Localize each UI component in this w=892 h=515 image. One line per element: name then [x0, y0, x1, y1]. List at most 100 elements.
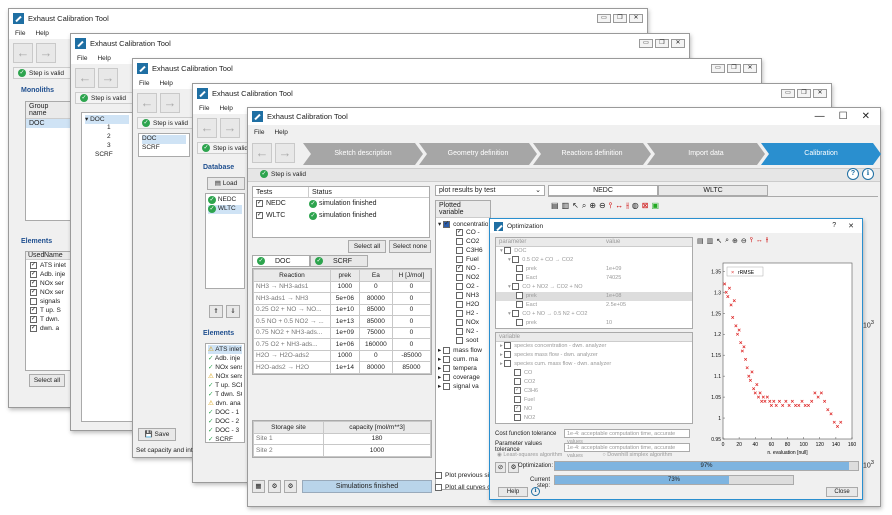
variable-item[interactable]: ▸ tempera: [438, 364, 488, 373]
back-arrow-icon[interactable]: ←: [75, 68, 95, 88]
marker-range-icon[interactable]: ↔: [756, 237, 763, 245]
zoom-out-icon[interactable]: ⊖: [741, 237, 747, 245]
close-button[interactable]: Close: [826, 487, 858, 497]
close-icon[interactable]: ✕: [813, 88, 827, 98]
menu-file[interactable]: File: [199, 105, 209, 112]
reaction-cell[interactable]: 1000: [329, 349, 360, 362]
reaction-cell[interactable]: H2O → H2O-ads2: [253, 349, 331, 362]
test-wltc[interactable]: ✓ WLTC: [253, 210, 309, 222]
reaction-cell[interactable]: 0.75 O2 + NH3-ads...: [253, 338, 331, 351]
param-row[interactable]: ▾ DOC: [496, 247, 692, 256]
checkbox-icon[interactable]: [443, 373, 451, 381]
reaction-cell[interactable]: H2O-ads2 → H2O: [253, 361, 331, 374]
variables-table[interactable]: variable ▸ species concentration - dwn. …: [495, 332, 693, 424]
variable-item[interactable]: ✓ NO -: [438, 265, 488, 274]
variable-item[interactable]: H2O: [438, 301, 488, 310]
tab-nedc[interactable]: NEDC: [548, 185, 658, 196]
variable-item[interactable]: ▾ ✓concentration: [438, 220, 488, 229]
checkbox-icon[interactable]: [443, 355, 451, 363]
tree-item-1[interactable]: 1: [85, 124, 129, 133]
param-row[interactable]: prek 10: [496, 319, 692, 328]
variable-item[interactable]: NO2: [438, 274, 488, 283]
element-row[interactable]: ✓ T up. S: [30, 307, 70, 316]
reaction-cell[interactable]: 0: [391, 315, 432, 328]
reaction-cell[interactable]: 0: [358, 280, 393, 293]
parameters-table[interactable]: parameter value ▾ DOC ▾ 0.5 O2 + CO → CO2 p…: [495, 237, 693, 329]
marker-icon[interactable]: ⫯: [750, 237, 753, 245]
variable-item[interactable]: C3H6: [438, 247, 488, 256]
folder-icon[interactable]: ▥: [562, 201, 570, 211]
checkbox-icon[interactable]: [456, 319, 463, 326]
reaction-cell[interactable]: 1e+10: [329, 303, 360, 316]
cost-tolerance-select[interactable]: 1e-4: acceptable computation time, accur…: [564, 429, 690, 445]
minimize-icon[interactable]: ▭: [781, 88, 795, 98]
menu-file[interactable]: File: [77, 55, 87, 62]
param-row[interactable]: ▾ 0.5 O2 + CO → CO2: [496, 256, 692, 265]
checkbox-icon[interactable]: ✓: [443, 220, 451, 228]
checkbox-icon[interactable]: ✓: [456, 265, 463, 272]
tab-wltc[interactable]: WLTC: [658, 185, 768, 196]
reaction-cell[interactable]: 5e+06: [329, 292, 360, 305]
save-plot-icon[interactable]: ▤: [697, 237, 704, 245]
variable-item[interactable]: ✓ CO -: [438, 229, 488, 238]
element-row[interactable]: ✓ dwn. a: [30, 325, 70, 334]
forward-arrow-icon[interactable]: →: [160, 93, 180, 113]
monolith-list[interactable]: DOC SCRF: [138, 133, 190, 157]
reaction-cell[interactable]: 0.5 NO + 0.5 NO2 → ...: [253, 315, 331, 328]
param-row[interactable]: Eact 74025: [496, 274, 692, 283]
variable-item[interactable]: O2 -: [438, 283, 488, 292]
menu-help[interactable]: Help: [274, 129, 287, 136]
marker-icon[interactable]: ⫯: [609, 201, 612, 211]
reaction-cell[interactable]: 1e+06: [329, 338, 360, 351]
reaction-cell[interactable]: 0.25 O2 + NO → NO...: [253, 303, 331, 316]
variable-item[interactable]: H2 -: [438, 310, 488, 319]
restore-icon[interactable]: ❐: [797, 88, 811, 98]
table-row[interactable]: 0.5 NO + 0.5 NO2 → ... 1e+13 85000 0: [253, 315, 432, 328]
menu-file[interactable]: File: [139, 80, 149, 87]
opt-variable-row[interactable]: ▸ species concentration - dwn. analyzer: [496, 342, 692, 351]
step-4[interactable]: Import data: [647, 143, 765, 165]
table-row[interactable]: 0.75 NO2 + NH3-ads... 1e+09 75000 0: [253, 326, 432, 339]
menu-file[interactable]: File: [254, 129, 264, 136]
monolith-tree[interactable]: ▾ DOC 1 2 3 SCRF: [81, 112, 133, 422]
opt-variable-row[interactable]: ✓ C3H6: [496, 387, 692, 396]
maximize-icon[interactable]: ☐: [839, 111, 848, 122]
db-item-nedc[interactable]: ✓ NEDC: [208, 196, 242, 205]
restore-icon[interactable]: ❐: [655, 38, 669, 48]
checkbox-icon[interactable]: [30, 298, 37, 305]
zoom-icon[interactable]: ⌕: [582, 201, 586, 211]
tree-item-3[interactable]: 3: [85, 142, 129, 151]
checkbox-icon[interactable]: [456, 256, 463, 263]
tree-item-doc[interactable]: ▾ DOC: [85, 115, 129, 124]
element-row[interactable]: ✓ T up. SCR: [208, 381, 242, 390]
param-row[interactable]: prek 1e+08: [496, 292, 692, 301]
select-none-button[interactable]: Select none: [389, 240, 431, 253]
close-icon[interactable]: ✕: [629, 13, 643, 23]
element-row[interactable]: ✓ DOC - 2: [208, 417, 242, 426]
checkbox-icon[interactable]: [456, 337, 463, 344]
storage-cell[interactable]: Site 2: [252, 444, 325, 457]
info-icon[interactable]: ℹ: [531, 487, 540, 496]
element-row[interactable]: ✓ SCRF: [208, 435, 242, 444]
close-icon[interactable]: ✕: [862, 111, 870, 122]
list-item-doc[interactable]: DOC: [142, 135, 186, 144]
element-row[interactable]: ✓ DOC - 3: [208, 426, 242, 435]
help-icon[interactable]: ?: [847, 168, 859, 180]
step-1[interactable]: Sketch description: [303, 143, 423, 165]
element-row[interactable]: ✓ ATS inlet: [30, 262, 70, 271]
delete-icon[interactable]: ⊠: [642, 201, 649, 211]
element-row[interactable]: ✓ Adb. inje: [208, 354, 242, 363]
zoom-in-icon[interactable]: ⊕: [589, 201, 596, 211]
reaction-cell[interactable]: 0: [391, 338, 432, 351]
reaction-cell[interactable]: 1e+13: [329, 315, 360, 328]
info-icon[interactable]: ℹ: [862, 168, 874, 180]
element-row[interactable]: ✓ NOx ser: [30, 289, 70, 298]
checkbox-icon[interactable]: ✓: [30, 271, 37, 278]
restore-icon[interactable]: ❐: [613, 13, 627, 23]
globe-icon[interactable]: ◍: [632, 201, 639, 211]
checkbox-icon[interactable]: [456, 310, 463, 317]
table-row[interactable]: 0.75 O2 + NH3-ads... 1e+06 160000 0: [253, 338, 432, 351]
run-all-icon[interactable]: ⚙: [284, 480, 297, 493]
opt-variable-row[interactable]: CO2: [496, 378, 692, 387]
element-row[interactable]: ✓ NOx ser: [30, 280, 70, 289]
